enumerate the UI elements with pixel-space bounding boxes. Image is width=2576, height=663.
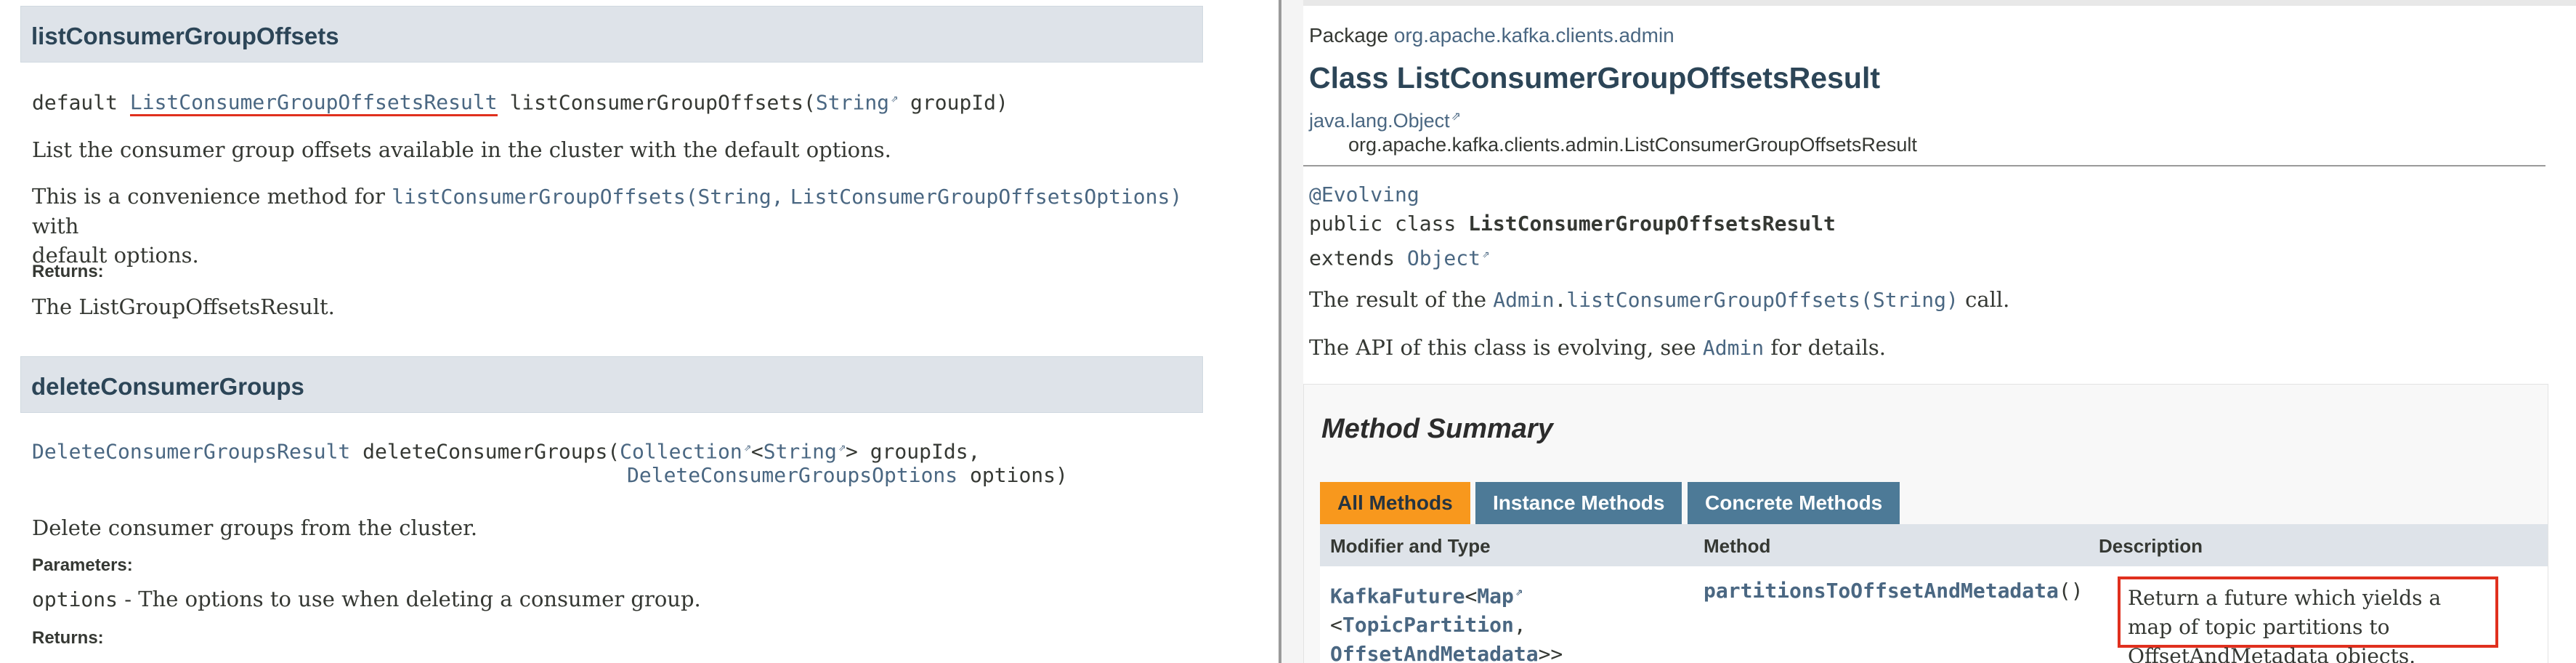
method-name-link[interactable]: partitionsToOffsetAndMetadata	[1704, 579, 2059, 603]
class-description: The result of the Admin.listConsumerGrou…	[1309, 285, 2009, 315]
admin-link[interactable]: Admin	[1703, 336, 1764, 360]
package-line: Package org.apache.kafka.clients.admin	[1309, 23, 1674, 47]
string-link[interactable]: String	[764, 439, 837, 463]
sig-method-name: deleteConsumerGroups(	[350, 439, 620, 464]
evolving-annotation-link[interactable]: @Evolving	[1309, 182, 1419, 206]
options-link[interactable]: ListConsumerGroupOffsetsOptions)	[790, 185, 1182, 209]
external-link-icon: ⇗	[891, 90, 899, 105]
sig-param: groupId)	[898, 90, 1008, 115]
table-cell-type: KafkaFuture<Map ⇗ <TopicPartition, OffsetAn…	[1330, 576, 1679, 663]
api-note: The API of this class is evolving, see A…	[1309, 333, 1886, 363]
class-title: Class ListConsumerGroupOffsetsResult	[1309, 61, 1880, 95]
object-link[interactable]: java.lang.Object	[1309, 110, 1450, 132]
sig-modifier: default	[32, 90, 130, 115]
object-link[interactable]: Object	[1407, 246, 1481, 270]
table-cell-method: partitionsToOffsetAndMetadata()	[1704, 576, 2083, 606]
decl-extends: extends	[1309, 246, 1407, 270]
param-type-link-string[interactable]: String	[816, 90, 889, 114]
returns-label: Returns:	[32, 628, 104, 648]
returns-text: The ListGroupOffsetsResult.	[32, 294, 335, 319]
external-link-icon: ⇗	[838, 439, 846, 454]
method-link[interactable]: listConsumerGroupOffsets(String)	[1566, 288, 1958, 312]
method-description: Delete consumer groups from the cluster.	[32, 515, 478, 540]
external-link-icon: ⇗	[1515, 584, 1523, 598]
method-heading: listConsumerGroupOffsets	[20, 6, 1203, 63]
admin-link[interactable]: Admin	[1493, 288, 1554, 312]
method-description: List the consumer group offsets availabl…	[32, 137, 891, 162]
method-heading: deleteConsumerGroups	[20, 356, 1203, 413]
desc-dot: .	[1554, 288, 1567, 312]
method-detail-listConsumerGroupOffsets: listConsumerGroupOffsets default ListCon…	[20, 6, 1203, 339]
overload-link[interactable]: listConsumerGroupOffsets(String,	[392, 185, 783, 209]
column-header-description: Description	[2089, 524, 2548, 566]
column-header-method: Method	[1693, 524, 2089, 566]
note-text: The API of this class is evolving, see	[1309, 335, 1703, 360]
topicpartition-link[interactable]: TopicPartition	[1342, 613, 1514, 637]
parameter-item: options - The options to use when deleti…	[32, 584, 701, 614]
sig-param-options: options)	[957, 463, 1068, 487]
sig-param: > groupIds,	[845, 439, 981, 464]
sig-generic-open: <	[750, 439, 764, 464]
decl-modifiers: public class	[1309, 212, 1469, 236]
options-type-link[interactable]: DeleteConsumerGroupsOptions	[627, 463, 957, 487]
param-desc: - The options to use when deleting a con…	[118, 587, 701, 611]
right-pane[interactable]: Package org.apache.kafka.clients.admin C…	[1303, 6, 2576, 663]
note-text-suffix: for details.	[1764, 335, 1886, 360]
method-summary-title: Method Summary	[1321, 414, 1553, 444]
inheritance-child: org.apache.kafka.clients.admin.ListConsu…	[1348, 134, 1917, 156]
kafkafuture-link[interactable]: KafkaFuture	[1330, 584, 1465, 608]
class-declaration: @Evolving public class ListConsumerGroup…	[1309, 180, 1836, 273]
note-text: This is a convenience method for	[32, 184, 392, 209]
package-label: Package	[1309, 24, 1394, 47]
external-link-icon: ⇗	[1451, 110, 1462, 123]
method-detail-deleteConsumerGroups: deleteConsumerGroups DeleteConsumerGroup…	[20, 356, 1203, 663]
return-type-link[interactable]: DeleteConsumerGroupsResult	[32, 439, 350, 463]
method-signature: default ListConsumerGroupOffsetsResult l…	[32, 83, 1008, 117]
note-text-suffix: with	[32, 214, 79, 238]
method-summary-section: Method Summary All Methods Instance Meth…	[1303, 384, 2548, 663]
tab-instance-methods[interactable]: Instance Methods	[1475, 482, 1682, 524]
returns-label: Returns:	[32, 262, 104, 281]
external-link-icon: ⇗	[743, 439, 751, 454]
collection-link[interactable]: Collection	[620, 439, 742, 463]
method-parens: ()	[2058, 579, 2083, 603]
tab-concrete-methods[interactable]: Concrete Methods	[1688, 482, 1900, 524]
left-pane[interactable]: listConsumerGroupOffsets default ListCon…	[0, 0, 1279, 663]
column-header-modifier: Modifier and Type	[1320, 524, 1693, 566]
param-name: options	[32, 587, 118, 611]
desc-text-suffix: call.	[1958, 287, 2010, 312]
method-summary-table: Modifier and Type Method Description Kaf…	[1320, 524, 2548, 663]
package-link[interactable]: org.apache.kafka.clients.admin	[1394, 24, 1674, 47]
sig-method-name: listConsumerGroupOffsets(	[497, 90, 816, 115]
map-link[interactable]: Map	[1477, 584, 1514, 608]
offsetandmetadata-link[interactable]: OffsetAndMetadata	[1330, 642, 1539, 663]
pane-gutter	[1281, 0, 1303, 663]
decl-class-name: ListConsumerGroupOffsetsResult	[1468, 212, 1836, 236]
header-divider	[1303, 165, 2545, 166]
external-link-icon: ⇗	[1482, 246, 1490, 260]
table-cell-description-highlighted: Return a future which yields a map of to…	[2118, 576, 2498, 663]
method-signature-line2: DeleteConsumerGroupsOptions options)	[627, 461, 1068, 490]
tab-all-methods[interactable]: All Methods	[1320, 482, 1470, 524]
return-type-link[interactable]: ListConsumerGroupOffsetsResult	[129, 90, 498, 117]
inheritance-tree: java.lang.Object ⇗	[1309, 109, 1461, 132]
parameters-label: Parameters:	[32, 555, 133, 575]
convenience-note: This is a convenience method for listCon…	[32, 182, 1187, 270]
desc-text: The result of the	[1309, 287, 1494, 312]
